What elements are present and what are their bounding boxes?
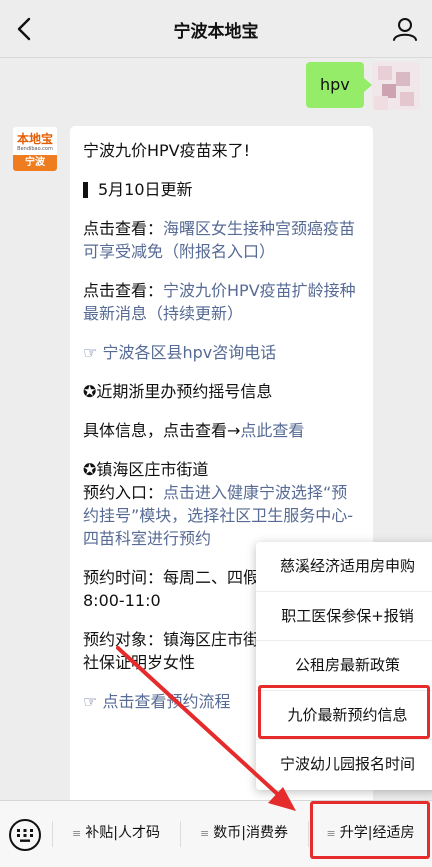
keyboard-icon[interactable] <box>8 818 42 852</box>
bot-avatar[interactable]: 本地宝 Bendibao.com 宁波 <box>12 126 58 172</box>
click-here-link[interactable]: 点此查看 <box>240 421 304 440</box>
hpv-phone-link[interactable]: 宁波各区县hpv咨询电话 <box>102 343 276 362</box>
paragraph-5: 具体信息，点击查看→点此查看 <box>83 419 360 442</box>
paragraph-1: 点击查看：海曙区女生接种宫颈癌疫苗可享受减免（附报名入口） <box>83 217 360 263</box>
menu-item-medical-insurance[interactable]: 职工医保参保+报销 <box>256 592 432 642</box>
update-text: 5月10日更新 <box>98 180 193 199</box>
message-headline: 宁波九价HPV疫苗来了! <box>83 141 251 160</box>
p5-prefix: 具体信息，点击查看→ <box>83 421 241 440</box>
menu-lines-icon: ≡ <box>200 827 210 840</box>
logo-subtext: Bendibao.com <box>17 146 53 152</box>
menu-item-kindergarten[interactable]: 宁波幼儿园报名时间 <box>256 740 432 790</box>
bar-marker-icon <box>83 181 88 198</box>
tab-subsidy[interactable]: ≡ 补贴|人才码 <box>53 801 179 867</box>
paragraph-4: ✪近期浙里办预约摇号信息 <box>83 382 273 401</box>
logo-text: 本地宝 <box>16 132 53 146</box>
tab-digital-coupon[interactable]: ≡ 数币|消费券 <box>181 801 307 867</box>
person-icon[interactable] <box>390 14 420 44</box>
chat-header: 宁波本地宝 <box>0 0 432 58</box>
paragraph-2: 点击查看：宁波九价HPV疫苗扩龄接种最新消息（持续更新） <box>83 279 360 325</box>
submenu-popup: 慈溪经济适用房申购 职工医保参保+报销 公租房最新政策 九价最新预约信息 宁波幼… <box>256 542 432 790</box>
pointing-hand-icon: ☞ <box>83 343 98 362</box>
tab-subsidy-label: 补贴|人才码 <box>85 825 160 841</box>
menu-item-cixi-housing[interactable]: 慈溪经济适用房申购 <box>256 542 432 592</box>
booking-process-link[interactable]: 点击查看预约流程 <box>102 692 230 711</box>
highlight-box-menu-item <box>258 685 430 739</box>
p1-prefix: 点击查看： <box>83 219 164 238</box>
logo-city: 宁波 <box>13 155 57 171</box>
user-message-bubble[interactable]: hpv <box>306 62 372 108</box>
update-line: 5月10日更新 <box>83 178 360 201</box>
highlight-box-tab <box>310 801 430 859</box>
pointing-hand-icon: ☞ <box>83 692 98 711</box>
page-title: 宁波本地宝 <box>173 22 259 42</box>
paragraph-6-title: ✪镇海区庄市街道 <box>83 460 209 479</box>
tab-digital-coupon-label: 数币|消费券 <box>213 825 288 841</box>
user-avatar[interactable] <box>372 62 420 110</box>
menu-item-public-housing[interactable]: 公租房最新政策 <box>256 641 432 691</box>
paragraph-3: ☞ 宁波各区县hpv咨询电话 <box>83 341 360 364</box>
paragraph-6: 预约入口：点击进入健康宁波选择“预约挂号”模块，选择社区卫生服务中心-四苗科室进… <box>83 481 360 550</box>
menu-lines-icon: ≡ <box>72 827 82 840</box>
p2-prefix: 点击查看： <box>83 281 164 300</box>
p6-prefix: 预约入口： <box>83 483 164 502</box>
